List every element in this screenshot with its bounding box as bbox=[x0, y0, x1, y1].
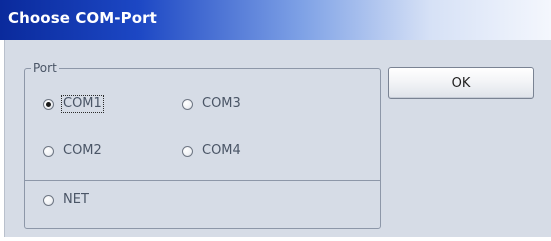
radio-com3[interactable]: COM3 bbox=[182, 96, 242, 112]
radio-com1-label[interactable]: COM1 bbox=[61, 95, 104, 113]
radio-com2-label[interactable]: COM2 bbox=[62, 143, 103, 159]
port-group-title: Port bbox=[31, 60, 59, 76]
dialog-client-area: Port COM1 COM3 COM2 COM4 NET OK bbox=[4, 40, 551, 237]
radio-com2[interactable]: COM2 bbox=[43, 143, 103, 159]
radio-com4-label[interactable]: COM4 bbox=[201, 143, 242, 159]
radio-com3-circle[interactable] bbox=[182, 98, 193, 110]
group-divider bbox=[25, 180, 380, 181]
ok-button[interactable]: OK bbox=[388, 67, 534, 99]
radio-com1[interactable]: COM1 bbox=[43, 95, 104, 113]
radio-com4[interactable]: COM4 bbox=[182, 143, 242, 159]
radio-com1-circle[interactable] bbox=[43, 98, 54, 110]
radio-net[interactable]: NET bbox=[43, 192, 90, 208]
radio-net-label[interactable]: NET bbox=[62, 192, 90, 208]
radio-com2-circle[interactable] bbox=[43, 145, 54, 157]
radio-selected-dot bbox=[46, 101, 51, 107]
choose-com-port-dialog: Choose COM-Port Port COM1 COM3 COM2 COM4 bbox=[0, 0, 551, 241]
radio-net-circle[interactable] bbox=[43, 194, 54, 206]
radio-com4-circle[interactable] bbox=[182, 145, 193, 157]
port-group-box: Port COM1 COM3 COM2 COM4 NET bbox=[24, 60, 381, 229]
window-title: Choose COM-Port bbox=[8, 9, 157, 27]
title-bar[interactable]: Choose COM-Port bbox=[0, 0, 551, 40]
radio-com3-label[interactable]: COM3 bbox=[201, 96, 242, 112]
